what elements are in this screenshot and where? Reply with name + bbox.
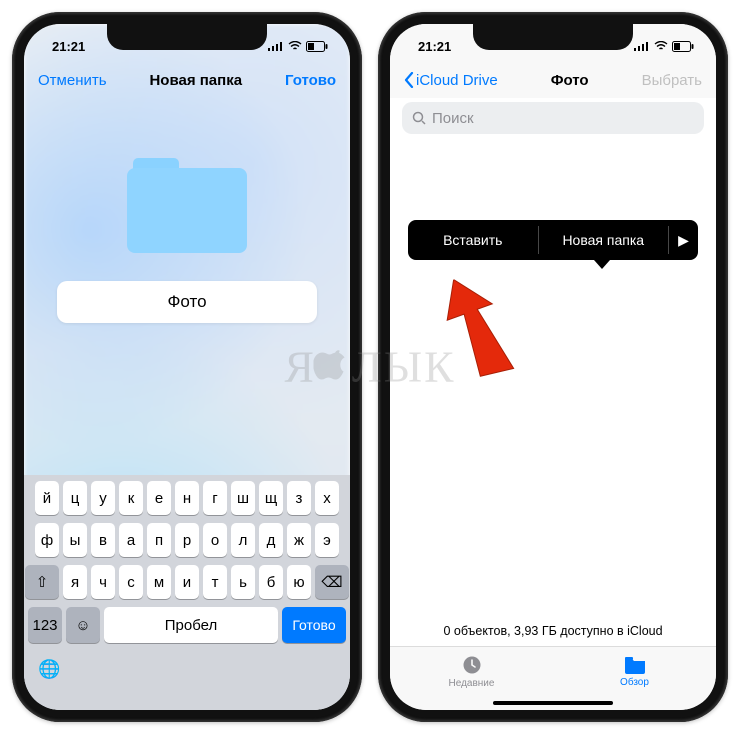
key-space[interactable]: Пробел xyxy=(104,607,278,643)
tab-browse[interactable]: Обзор xyxy=(553,647,716,696)
annotation-arrow xyxy=(427,258,554,406)
key-р[interactable]: р xyxy=(175,523,199,557)
key-е[interactable]: е xyxy=(147,481,171,515)
search-input[interactable]: Поиск xyxy=(402,102,704,134)
tab-recent[interactable]: Недавние xyxy=(390,647,553,696)
nav-bar: Отменить Новая папка Готово xyxy=(24,62,350,98)
battery-icon xyxy=(306,41,328,52)
key-emoji[interactable]: ☺ xyxy=(66,607,100,643)
tab-recent-label: Недавние xyxy=(449,678,495,689)
status-time: 21:21 xyxy=(52,39,85,54)
ctx-new-folder[interactable]: Новая папка xyxy=(539,220,669,260)
key-щ[interactable]: щ xyxy=(259,481,283,515)
tab-browse-label: Обзор xyxy=(620,677,649,688)
cancel-button[interactable]: Отменить xyxy=(38,72,107,89)
nav-title: Фото xyxy=(551,72,589,89)
key-б[interactable]: б xyxy=(259,565,283,599)
key-ж[interactable]: ж xyxy=(287,523,311,557)
key-к[interactable]: к xyxy=(119,481,143,515)
key-о[interactable]: о xyxy=(203,523,227,557)
folder-area: Фото xyxy=(24,98,350,323)
key-ь[interactable]: ь xyxy=(231,565,255,599)
key-ы[interactable]: ы xyxy=(63,523,87,557)
signal-icon xyxy=(634,41,650,51)
key-н[interactable]: н xyxy=(175,481,199,515)
key-ф[interactable]: ф xyxy=(35,523,59,557)
nav-bar: iCloud Drive Фото Выбрать xyxy=(390,62,716,98)
key-shift[interactable]: ⇧ xyxy=(25,565,59,599)
back-label: iCloud Drive xyxy=(416,72,498,89)
ctx-paste[interactable]: Вставить xyxy=(408,220,538,260)
select-button[interactable]: Выбрать xyxy=(642,72,702,89)
key-у[interactable]: у xyxy=(91,481,115,515)
key-з[interactable]: з xyxy=(287,481,311,515)
key-п[interactable]: п xyxy=(147,523,171,557)
battery-icon xyxy=(672,41,694,52)
key-г[interactable]: г xyxy=(203,481,227,515)
chevron-left-icon xyxy=(404,72,414,88)
status-indicators xyxy=(268,41,328,52)
home-indicator[interactable] xyxy=(493,701,613,705)
nav-title: Новая папка xyxy=(149,72,242,89)
key-ц[interactable]: ц xyxy=(63,481,87,515)
folder-name-value: Фото xyxy=(167,292,206,312)
key-э[interactable]: э xyxy=(315,523,339,557)
key-numbers[interactable]: 123 xyxy=(28,607,62,643)
key-ш[interactable]: ш xyxy=(231,481,255,515)
key-в[interactable]: в xyxy=(91,523,115,557)
signal-icon xyxy=(268,41,284,51)
key-return[interactable]: Готово xyxy=(282,607,346,643)
globe-icon[interactable]: 🌐 xyxy=(38,659,60,680)
folder-icon xyxy=(127,158,247,253)
clock-icon xyxy=(461,654,483,676)
key-я[interactable]: я xyxy=(63,565,87,599)
key-т[interactable]: т xyxy=(203,565,227,599)
key-и[interactable]: и xyxy=(175,565,199,599)
key-а[interactable]: а xyxy=(119,523,143,557)
folder-name-input[interactable]: Фото xyxy=(57,281,317,323)
phone-left: 21:21 Отменить Новая папка Готово Фото й… xyxy=(12,12,362,722)
ctx-tail xyxy=(594,260,610,269)
screen-files-browse: 21:21 iCloud Drive Фото Выбрать Поиск Вс… xyxy=(390,24,716,710)
context-menu: Вставить Новая папка ▶ xyxy=(408,220,698,260)
key-м[interactable]: м xyxy=(147,565,171,599)
notch xyxy=(107,24,267,50)
notch xyxy=(473,24,633,50)
screen-new-folder: 21:21 Отменить Новая папка Готово Фото й… xyxy=(24,24,350,710)
wifi-icon xyxy=(288,41,302,51)
folder-icon xyxy=(623,655,647,675)
wifi-icon xyxy=(654,41,668,51)
key-х[interactable]: х xyxy=(315,481,339,515)
key-ю[interactable]: ю xyxy=(287,565,311,599)
phone-right: 21:21 iCloud Drive Фото Выбрать Поиск Вс… xyxy=(378,12,728,722)
key-backspace[interactable]: ⌫ xyxy=(315,565,349,599)
ctx-more[interactable]: ▶ xyxy=(668,226,698,254)
search-icon xyxy=(412,111,426,125)
key-ч[interactable]: ч xyxy=(91,565,115,599)
storage-status: 0 объектов, 3,93 ГБ доступно в iCloud xyxy=(390,624,716,638)
key-й[interactable]: й xyxy=(35,481,59,515)
key-с[interactable]: с xyxy=(119,565,143,599)
keyboard: йцукенгшщзх фывапролджэ ⇧ячсмитьбю⌫ 123 … xyxy=(24,475,350,710)
status-time: 21:21 xyxy=(418,39,451,54)
back-button[interactable]: iCloud Drive xyxy=(404,72,498,89)
key-д[interactable]: д xyxy=(259,523,283,557)
key-л[interactable]: л xyxy=(231,523,255,557)
done-button[interactable]: Готово xyxy=(285,72,336,89)
search-placeholder: Поиск xyxy=(432,110,474,127)
status-indicators xyxy=(634,41,694,52)
